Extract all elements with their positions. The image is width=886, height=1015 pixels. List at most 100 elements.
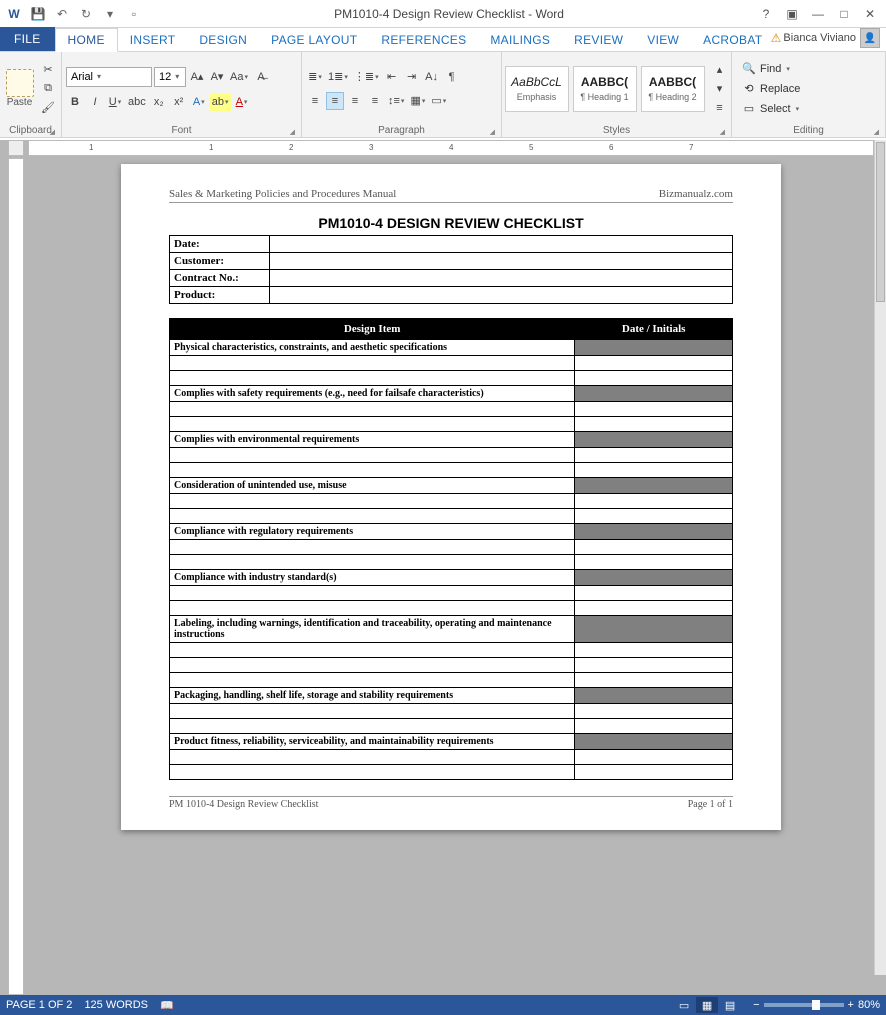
proofing-icon[interactable]: 📖 xyxy=(160,999,174,1012)
ruler-corner[interactable] xyxy=(8,140,24,156)
web-layout-icon[interactable]: ▤ xyxy=(719,997,741,1013)
subscript-button[interactable]: x₂ xyxy=(150,93,168,111)
style-heading-1[interactable]: AABBC(¶ Heading 1 xyxy=(573,66,637,112)
styles-scroll-down-icon[interactable]: ▾ xyxy=(711,80,729,98)
justify-icon[interactable]: ≡ xyxy=(366,92,384,110)
ribbon-options-icon[interactable]: ▣ xyxy=(780,3,804,25)
sort-icon[interactable]: A↓ xyxy=(423,68,441,86)
style-heading-2[interactable]: AABBC(¶ Heading 2 xyxy=(641,66,705,112)
undo-icon[interactable]: ↶ xyxy=(52,4,72,24)
titlebar: W 💾 ↶ ↻ ▾ ▫ PM1010-4 Design Review Check… xyxy=(0,0,886,28)
status-page[interactable]: PAGE 1 OF 2 xyxy=(6,999,72,1011)
user-avatar-icon[interactable]: 👤 xyxy=(860,28,880,48)
table-row: Customer: xyxy=(170,253,733,270)
align-left-icon[interactable]: ≡ xyxy=(306,92,324,110)
shrink-font-icon[interactable]: A▾ xyxy=(208,68,226,86)
maximize-icon[interactable]: □ xyxy=(832,3,856,25)
col-design-item: Design Item xyxy=(170,319,575,340)
vertical-ruler[interactable] xyxy=(8,158,24,995)
close-icon[interactable]: ✕ xyxy=(858,3,882,25)
help-icon[interactable]: ? xyxy=(754,3,778,25)
increase-indent-icon[interactable]: ⇥ xyxy=(403,68,421,86)
format-painter-icon[interactable]: 🖌 xyxy=(39,99,57,117)
zoom-control[interactable]: − + 80% xyxy=(753,999,880,1011)
table-row: Compliance with regulatory requirements xyxy=(170,524,733,540)
styles-scroll-up-icon[interactable]: ▴ xyxy=(711,61,729,79)
find-button[interactable]: 🔍Find▾ xyxy=(740,60,802,78)
styles-more-icon[interactable]: ≡ xyxy=(711,99,729,117)
replace-button[interactable]: ⟲Replace xyxy=(740,80,802,98)
highlight-icon[interactable]: ab▾ xyxy=(210,93,231,111)
tab-acrobat[interactable]: ACROBAT xyxy=(691,29,774,51)
tab-file[interactable]: FILE xyxy=(0,27,55,51)
horizontal-ruler[interactable]: 1 1 2 3 4 5 6 7 xyxy=(28,140,874,156)
date-initials-cell xyxy=(575,616,733,643)
tab-references[interactable]: REFERENCES xyxy=(369,29,478,51)
qat-more-icon[interactable]: ▾ xyxy=(100,4,120,24)
tab-design[interactable]: DESIGN xyxy=(187,29,259,51)
blank-cell xyxy=(575,601,733,616)
tab-view[interactable]: VIEW xyxy=(635,29,691,51)
blank-cell xyxy=(170,540,575,555)
numbering-icon[interactable]: 1≣▾ xyxy=(326,68,350,86)
design-item-cell: Compliance with regulatory requirements xyxy=(170,524,575,540)
read-mode-icon[interactable]: ▭ xyxy=(673,997,695,1013)
font-color-icon[interactable]: A▾ xyxy=(233,93,251,111)
copy-icon[interactable]: ⧉ xyxy=(39,80,57,98)
design-item-cell: Physical characteristics, constraints, a… xyxy=(170,340,575,356)
clear-formatting-icon[interactable]: A̶ xyxy=(252,68,270,86)
align-right-icon[interactable]: ≡ xyxy=(346,92,364,110)
design-item-cell: Complies with safety requirements (e.g.,… xyxy=(170,386,575,402)
zoom-level[interactable]: 80% xyxy=(858,999,880,1011)
print-layout-icon[interactable]: ▦ xyxy=(696,997,718,1013)
select-icon: ▭ xyxy=(742,102,756,115)
vertical-scrollbar[interactable] xyxy=(874,140,886,975)
tab-page-layout[interactable]: PAGE LAYOUT xyxy=(259,29,369,51)
bullets-icon[interactable]: ≣▾ xyxy=(306,68,324,86)
shading-icon[interactable]: ▦▾ xyxy=(408,92,427,110)
font-name-combo[interactable]: Arial▾ xyxy=(66,67,152,87)
repeat-icon[interactable]: ↻ xyxy=(76,4,96,24)
style-emphasis[interactable]: AaBbCcLEmphasis xyxy=(505,66,569,112)
zoom-in-icon[interactable]: + xyxy=(848,999,854,1011)
paste-button[interactable]: Paste xyxy=(4,57,35,121)
align-center-icon[interactable]: ≡ xyxy=(326,92,344,110)
design-item-cell: Packaging, handling, shelf life, storage… xyxy=(170,688,575,704)
styles-gallery[interactable]: AaBbCcLEmphasis AABBC(¶ Heading 1 AABBC(… xyxy=(505,66,705,112)
user-name[interactable]: Bianca Viviano xyxy=(783,32,856,44)
status-words[interactable]: 125 WORDS xyxy=(84,999,148,1011)
table-row xyxy=(170,402,733,417)
minimize-icon[interactable]: — xyxy=(806,3,830,25)
tab-home[interactable]: HOME xyxy=(55,28,118,52)
document-page[interactable]: Sales & Marketing Policies and Procedure… xyxy=(121,164,781,830)
strikethrough-button[interactable]: abc xyxy=(126,93,148,111)
line-spacing-icon[interactable]: ↕≡▾ xyxy=(386,92,406,110)
editing-group-label: Editing xyxy=(736,123,881,137)
tab-insert[interactable]: INSERT xyxy=(118,29,188,51)
bold-button[interactable]: B xyxy=(66,93,84,111)
tab-review[interactable]: REVIEW xyxy=(562,29,635,51)
cut-icon[interactable]: ✂ xyxy=(39,61,57,79)
document-area[interactable]: Sales & Marketing Policies and Procedure… xyxy=(28,158,874,995)
tab-mailings[interactable]: MAILINGS xyxy=(478,29,562,51)
underline-button[interactable]: U▾ xyxy=(106,93,124,111)
scrollbar-thumb[interactable] xyxy=(876,142,885,302)
grow-font-icon[interactable]: A▴ xyxy=(188,68,206,86)
text-effects-icon[interactable]: A▾ xyxy=(190,93,208,111)
zoom-slider[interactable] xyxy=(764,1003,844,1007)
show-marks-icon[interactable]: ¶ xyxy=(443,68,461,86)
date-initials-cell xyxy=(575,688,733,704)
zoom-out-icon[interactable]: − xyxy=(753,999,759,1011)
qat-extra-icon[interactable]: ▫ xyxy=(124,4,144,24)
font-size-combo[interactable]: 12▾ xyxy=(154,67,186,87)
save-icon[interactable]: 💾 xyxy=(28,4,48,24)
decrease-indent-icon[interactable]: ⇤ xyxy=(383,68,401,86)
italic-button[interactable]: I xyxy=(86,93,104,111)
multilevel-list-icon[interactable]: ⋮≣▾ xyxy=(352,68,381,86)
superscript-button[interactable]: x² xyxy=(170,93,188,111)
select-button[interactable]: ▭Select▾ xyxy=(740,100,802,118)
clipboard-label: Clipboard xyxy=(4,123,57,137)
borders-icon[interactable]: ▭▾ xyxy=(429,92,448,110)
paste-icon xyxy=(6,69,34,97)
change-case-icon[interactable]: Aa▾ xyxy=(228,68,250,86)
